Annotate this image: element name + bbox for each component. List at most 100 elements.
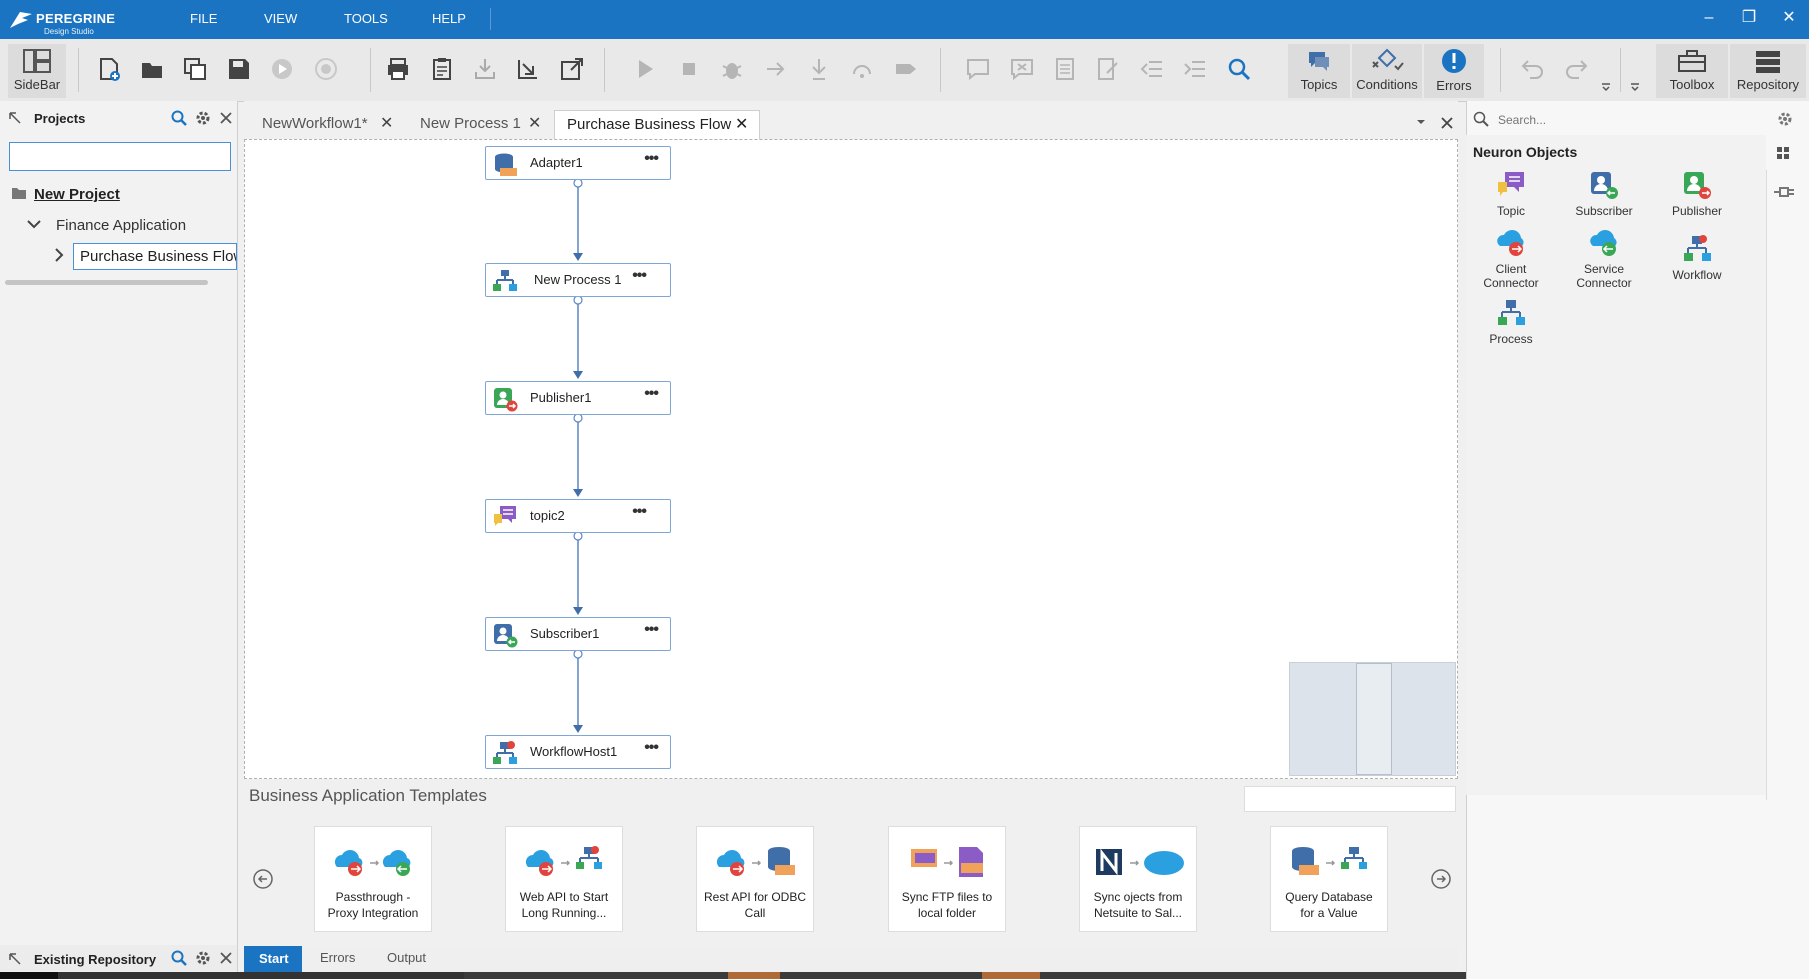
menu-help[interactable]: HELP [432, 11, 466, 26]
close-icon[interactable] [219, 951, 233, 965]
toolbar-overflow-icon[interactable] [1630, 82, 1640, 92]
step-over-icon[interactable] [763, 56, 789, 82]
tree-root-project[interactable]: New Project [34, 186, 120, 203]
conditions-button[interactable]: Conditions [1352, 44, 1422, 98]
bottom-tab-output[interactable]: Output [387, 950, 426, 965]
templates-prev-icon[interactable] [252, 868, 274, 890]
save-all-icon[interactable] [182, 56, 208, 82]
tab-purchase-business-flow[interactable]: Purchase Business Flow ✕ [554, 110, 760, 139]
topics-button[interactable]: Topics [1288, 44, 1350, 98]
menu-tools[interactable]: TOOLS [344, 11, 388, 26]
template-card[interactable]: Query Database for a Value [1270, 826, 1388, 932]
connector-port[interactable] [573, 649, 583, 659]
export-icon[interactable] [515, 56, 541, 82]
bottom-tab-start[interactable]: Start [244, 946, 302, 972]
tab-close-icon[interactable]: ✕ [380, 110, 393, 138]
clipboard-icon[interactable] [429, 56, 455, 82]
debug-bug-icon[interactable] [719, 56, 745, 82]
undo-icon[interactable] [1520, 56, 1546, 82]
template-card[interactable]: Sync ojects from Netsuite to Sal... [1079, 826, 1197, 932]
toolbox-item-service-connector[interactable]: Service Connector [1564, 228, 1644, 290]
node-menu-icon[interactable]: ••• [644, 150, 659, 168]
pin-icon[interactable] [8, 952, 22, 966]
errors-button[interactable]: Errors [1424, 44, 1484, 98]
toolbox-search-input[interactable] [1496, 108, 1768, 132]
node-menu-icon[interactable]: ••• [644, 621, 659, 639]
breakpoint-icon[interactable] [893, 56, 919, 82]
template-card[interactable]: Sync FTP files to local folder [888, 826, 1006, 932]
gear-icon[interactable] [195, 950, 211, 966]
toolbox-item-client-connector[interactable]: Client Connector [1471, 228, 1551, 290]
chevron-right-icon[interactable] [53, 247, 65, 263]
redo-icon[interactable] [1563, 56, 1589, 82]
sidebar-toggle-button[interactable]: SideBar [8, 44, 66, 98]
tab-list-dropdown-icon[interactable] [1415, 117, 1427, 127]
tab-new-process-1[interactable]: New Process 1 ✕ [414, 110, 544, 138]
tab-close-icon[interactable]: ✕ [528, 110, 541, 138]
step-out-icon[interactable] [849, 56, 875, 82]
restore-button[interactable]: ❐ [1737, 8, 1761, 28]
workflow-canvas[interactable] [244, 139, 1458, 779]
templates-search-input[interactable] [1244, 786, 1456, 812]
comment-icon[interactable] [965, 56, 991, 82]
outdent-icon[interactable] [1139, 56, 1165, 82]
print-icon[interactable] [385, 56, 411, 82]
connector-port[interactable] [573, 531, 583, 541]
step-into-icon[interactable] [806, 56, 832, 82]
node-menu-icon[interactable]: ••• [632, 267, 647, 285]
close-all-tabs-icon[interactable] [1440, 116, 1454, 130]
search-icon[interactable] [171, 950, 187, 966]
menu-view[interactable]: VIEW [264, 11, 297, 26]
pin-icon[interactable] [8, 111, 22, 125]
toolbar-overflow-icon[interactable] [1601, 82, 1611, 92]
connector-port[interactable] [573, 413, 583, 423]
play-icon[interactable] [632, 56, 658, 82]
horizontal-scrollbar[interactable] [5, 280, 208, 285]
gear-icon[interactable] [195, 110, 211, 126]
gear-icon[interactable] [1777, 111, 1793, 127]
search-icon[interactable] [171, 110, 187, 126]
toolbox-button[interactable]: Toolbox [1656, 44, 1728, 98]
flow-node-workflowhost1[interactable]: WorkflowHost1 ••• [485, 735, 671, 769]
open-external-icon[interactable] [559, 56, 585, 82]
plug-connector-icon[interactable] [1772, 184, 1796, 200]
toolbox-item-workflow[interactable]: Workflow [1657, 234, 1737, 282]
document-icon[interactable] [1052, 56, 1078, 82]
node-menu-icon[interactable]: ••• [644, 385, 659, 403]
stop-icon[interactable] [676, 56, 702, 82]
remove-comment-icon[interactable] [1009, 56, 1035, 82]
find-icon[interactable] [1226, 56, 1252, 82]
toolbox-item-topic[interactable]: Topic [1471, 170, 1551, 218]
bottom-tab-errors[interactable]: Errors [320, 950, 355, 965]
connector-port[interactable] [573, 295, 583, 305]
template-card[interactable]: Passthrough - Proxy Integration [314, 826, 432, 932]
run-icon[interactable] [269, 56, 295, 82]
new-file-icon[interactable] [96, 56, 122, 82]
close-window-button[interactable]: ✕ [1777, 8, 1801, 28]
save-icon[interactable] [226, 56, 252, 82]
template-card[interactable]: Rest API for ODBC Call [696, 826, 814, 932]
tab-newworkflow1[interactable]: NewWorkflow1* ✕ [256, 110, 396, 138]
minimize-button[interactable]: ‒ [1697, 8, 1721, 28]
project-filter-input[interactable] [9, 142, 231, 171]
templates-next-icon[interactable] [1430, 868, 1452, 890]
repository-button[interactable]: Repository [1730, 44, 1806, 98]
tree-item-finance-application[interactable]: Finance Application [56, 217, 186, 234]
record-icon[interactable] [313, 56, 339, 82]
flow-node-publisher1[interactable]: Publisher1 ••• [485, 381, 671, 415]
chevron-down-icon[interactable] [26, 218, 42, 230]
flow-node-topic2[interactable]: topic2 ••• [485, 499, 671, 533]
toolbox-item-subscriber[interactable]: Subscriber [1564, 170, 1644, 218]
flow-node-new-process-1[interactable]: New Process 1 ••• [485, 263, 671, 297]
template-card[interactable]: Web API to Start Long Running... [505, 826, 623, 932]
indent-icon[interactable] [1182, 56, 1208, 82]
open-folder-icon[interactable] [139, 56, 165, 82]
tree-item-selected[interactable]: Purchase Business Flow [73, 243, 237, 270]
canvas-minimap[interactable] [1289, 662, 1456, 776]
menu-file[interactable]: FILE [190, 11, 217, 26]
minimap-viewport[interactable] [1356, 663, 1392, 775]
flow-node-adapter1[interactable]: Adapter1 ••• [485, 146, 671, 180]
toolbox-item-process[interactable]: Process [1471, 298, 1551, 346]
tab-close-icon[interactable]: ✕ [735, 111, 748, 139]
node-menu-icon[interactable]: ••• [632, 503, 647, 521]
